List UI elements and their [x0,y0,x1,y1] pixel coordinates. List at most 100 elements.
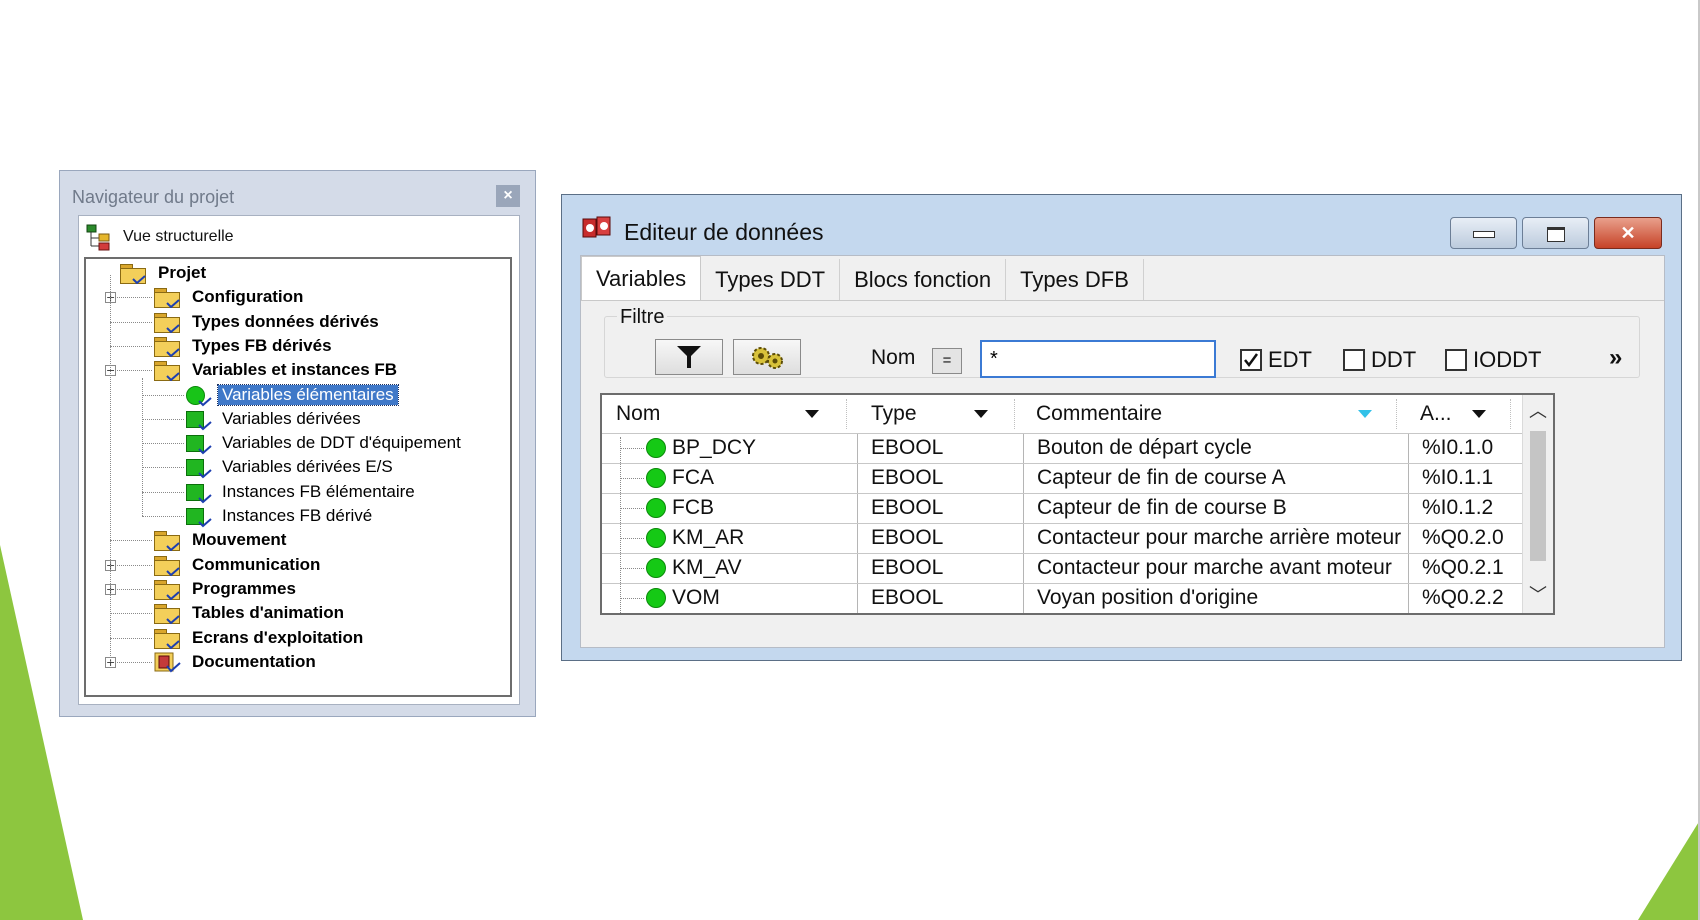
folder-icon [152,334,182,358]
tab-types-ddt[interactable]: Types DDT [701,259,841,301]
column-gridline [857,463,858,493]
ioddt-checkbox-label: IODDT [1473,347,1542,372]
cell-comment: Capteur de fin de course B [1037,496,1287,519]
variable-name: KM_AR [672,526,745,549]
column-header-type[interactable]: Type [871,395,917,433]
row-gridline [602,463,1524,464]
cell-name: FCA [646,463,714,493]
tab-blocs-fonction[interactable]: Blocs fonction [840,259,1007,301]
maximize-button[interactable] [1522,217,1589,249]
folder-icon [152,528,182,552]
scroll-thumb[interactable] [1530,431,1546,561]
tree-item[interactable]: Variables élémentaires [184,383,399,407]
tree-item-label: Projet [158,263,207,282]
column-gridline [857,523,858,553]
close-button[interactable]: ✕ [1594,217,1662,249]
tree-item[interactable]: Instances FB élémentaire [184,480,419,504]
tree-item[interactable]: Variables dérivées [184,407,365,431]
gears-icon [752,347,783,369]
type-sort-icon[interactable] [974,410,988,418]
cell-type: EBOOL [871,556,944,579]
tree-item[interactable]: Tables d'animation [152,601,348,625]
cell-name: VOM [646,583,720,613]
tree-item[interactable]: Instances FB dérivé [184,504,376,528]
vertical-scrollbar[interactable]: ︿ ﹀ [1522,395,1553,613]
tree-connector [110,321,152,323]
tree-item[interactable]: Types FB dérivés [152,334,336,358]
tab-variables[interactable]: Variables [581,256,702,301]
table-row[interactable]: VOM EBOOL Voyan position d'origine %Q0.2.2 [602,583,1524,613]
column-header-nom[interactable]: Nom [616,395,660,433]
column-gridline [1408,553,1409,583]
tab-types-dfb[interactable]: Types DFB [1006,259,1144,301]
table-row[interactable]: KM_AR EBOOL Contacteur pour marche arrière… [602,523,1524,553]
edt-checkbox-box [1240,349,1262,371]
data-editor-titlebar[interactable]: Editeur de données ✕ [562,195,1681,249]
tree-item-label: Mouvement [192,530,287,550]
address-sort-icon[interactable] [1472,410,1486,418]
ddt-checkbox[interactable]: DDT [1343,347,1416,373]
column-gridline [1023,553,1024,583]
table-row[interactable]: KM_AV EBOOL Contacteur pour marche avant m… [602,553,1524,583]
tree-item-label: Variables dérivées E/S [222,457,393,477]
table-row[interactable]: BP_DCY EBOOL Bouton de départ cycle %I0.1.0 [602,433,1524,463]
header-separator [1510,399,1511,429]
folder-icon [152,626,182,650]
variable-name: FCB [672,496,714,519]
scroll-down-icon[interactable]: ﹀ [1523,581,1553,611]
tree-item-label: Variables et instances FB [192,360,398,380]
filter-settings-button[interactable] [733,339,801,375]
name-filter-input[interactable] [980,340,1216,378]
minimize-button[interactable] [1450,217,1517,249]
edt-checkbox[interactable]: EDT [1240,347,1312,373]
editor-tabs: Variables Types DDT Blocs fonction Types… [581,256,1144,301]
tree-item[interactable]: Mouvement [152,528,290,552]
row-connector [620,568,644,569]
data-editor-app-icon [582,216,611,238]
cell-comment: Bouton de départ cycle [1037,436,1252,459]
scroll-up-icon[interactable]: ︿ [1523,397,1553,427]
filter-label: Filtre [617,306,668,329]
project-tree: Projet Configuration + Types données dérivé… [84,257,512,697]
tree-item[interactable]: Configuration [152,285,307,309]
variable-status-icon [646,438,666,458]
structural-view-label: Vue structurelle [123,228,234,245]
nom-sort-icon[interactable] [805,410,819,418]
column-gridline [857,433,858,463]
tree-item[interactable]: Communication [152,553,324,577]
variables-grid: Nom Type Commentaire A... BP_DCY EBOOL Bou… [600,393,1555,615]
tree-item[interactable]: Ecrans d'exploitation [152,626,367,650]
table-row[interactable]: FCA EBOOL Capteur de fin de course A %I0.1.… [602,463,1524,493]
more-options-chevron[interactable]: » [1609,344,1622,372]
edt-checkbox-label: EDT [1268,347,1312,372]
tree-item[interactable]: Variables dérivées E/S [184,455,397,479]
variable-name: VOM [672,586,720,609]
column-header-address[interactable]: A... [1420,395,1452,433]
cell-address: %I0.1.2 [1422,496,1494,519]
tree-item[interactable]: Programmes [152,577,300,601]
row-connector [620,508,644,509]
column-header-commentaire[interactable]: Commentaire [1036,395,1162,433]
column-gridline [1408,463,1409,493]
commentaire-sort-icon[interactable] [1358,410,1372,418]
tree-connector [142,443,184,445]
row-connector [620,538,644,539]
tree-item[interactable]: Documentation [152,650,320,674]
tree-item-label: Programmes [192,578,296,598]
tree-item[interactable]: Variables de DDT d'équipement [184,431,465,455]
equals-operator-button[interactable]: = [932,348,962,374]
tree-item[interactable]: Types données dérivés [152,310,383,334]
apply-filter-button[interactable] [655,339,723,375]
row-gridline [602,583,1524,584]
tree-item[interactable]: Projet [118,261,210,285]
check-icon [1244,353,1259,368]
tree-item[interactable]: Variables et instances FB [152,358,401,382]
table-row[interactable]: FCB EBOOL Capteur de fin de course B %I0.1.… [602,493,1524,523]
column-gridline [857,553,858,583]
tree-item-label: Documentation [192,651,316,671]
ioddt-checkbox[interactable]: IODDT [1445,347,1541,373]
navigator-close-button[interactable]: × [496,185,520,207]
grid-header: Nom Type Commentaire A... [602,395,1524,433]
structural-view-header[interactable]: Vue structurelle [85,222,234,252]
folder-icon [152,553,182,577]
